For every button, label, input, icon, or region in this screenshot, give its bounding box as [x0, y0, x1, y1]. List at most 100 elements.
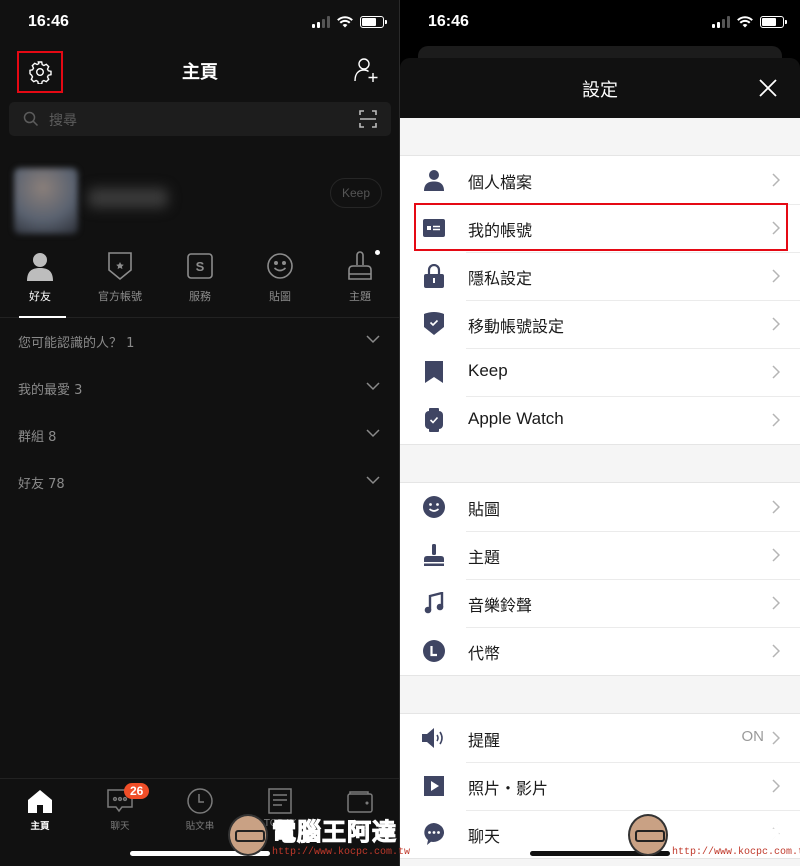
settings-item-label: 提醒 [468, 731, 501, 750]
search-icon [23, 111, 39, 127]
friend-groups: 您可能認識的人？ 1 我的最愛 3 群組 8 好友 78 [0, 318, 399, 506]
tab-label: 官方帳號 [98, 290, 142, 303]
settings-item-label: 個人檔案 [468, 173, 533, 192]
chevron-down-icon [366, 429, 380, 438]
chevron-right-icon [772, 644, 780, 658]
chevron-right-icon [772, 413, 780, 427]
group-label: 群組 8 [18, 430, 57, 445]
nav-label: 聊天 [110, 821, 130, 832]
watermark: 電腦王阿達 http://www.kocpc.com.tw [228, 812, 410, 858]
brush-icon [348, 251, 372, 280]
settings-item-themes[interactable]: 主題 [400, 531, 800, 579]
battery-icon [760, 16, 787, 28]
tab-stickers[interactable]: 貼圖 [240, 248, 320, 317]
chevron-right-icon [772, 317, 780, 331]
profile-name-blurred [88, 188, 168, 208]
status-time: 16:46 [428, 13, 469, 30]
keep-button[interactable]: Keep [330, 178, 382, 208]
signal-icon [312, 16, 330, 28]
chevron-right-icon [772, 731, 780, 745]
tab-friends[interactable]: 好友 [0, 248, 80, 318]
battery-icon [360, 16, 387, 28]
chevron-right-icon [772, 548, 780, 562]
shield-star-icon [108, 252, 132, 281]
smiley-icon [423, 496, 445, 518]
group-row-groups[interactable]: 群組 8 [0, 412, 399, 459]
avatar[interactable] [14, 168, 78, 234]
settings-item-notifications[interactable]: 提醒 ON [400, 714, 800, 762]
nav-chats[interactable]: 26 聊天 [80, 779, 160, 838]
settings-item-stickers[interactable]: 貼圖 [400, 483, 800, 531]
tab-themes[interactable]: 主題 [320, 248, 399, 317]
status-bar: 16:46 [400, 0, 800, 48]
wifi-icon [737, 16, 753, 28]
group-row-suggested[interactable]: 您可能認識的人？ 1 [0, 318, 399, 365]
nav-label: 主頁 [30, 821, 50, 832]
chevron-down-icon [366, 382, 380, 391]
wifi-icon [337, 16, 353, 28]
watermark-mascot-icon [228, 814, 268, 856]
tab-official-accounts[interactable]: 官方帳號 [80, 248, 160, 317]
settings-item-label: 音樂鈴聲 [468, 596, 533, 615]
shield-check-icon [424, 312, 444, 335]
settings-item-my-account[interactable]: 我的帳號 [400, 204, 800, 252]
tab-label: 服務 [189, 290, 211, 303]
service-s-icon: S [187, 253, 213, 279]
settings-item-ringtones[interactable]: 音樂鈴聲 [400, 579, 800, 627]
settings-list: 個人檔案 我的帳號 隱私設定 移動帳號設定 Keep Apple Watch 貼… [400, 118, 800, 866]
chevron-right-icon [772, 173, 780, 187]
page-title: 主頁 [182, 62, 218, 83]
signal-icon [712, 16, 730, 28]
smiley-icon [267, 253, 293, 279]
settings-item-label: Apple Watch [468, 409, 564, 428]
tab-services[interactable]: S 服務 [160, 248, 240, 317]
settings-section-account: 個人檔案 我的帳號 隱私設定 移動帳號設定 Keep Apple Watch [400, 155, 800, 445]
status-bar: 16:46 [0, 0, 399, 48]
tab-label: 貼圖 [269, 290, 291, 303]
add-friend-icon[interactable] [352, 56, 380, 84]
my-profile[interactable]: Keep [0, 160, 399, 240]
settings-item-privacy[interactable]: 隱私設定 [400, 252, 800, 300]
settings-section-content: 貼圖 主題 音樂鈴聲 代幣 [400, 482, 800, 676]
settings-item-coins[interactable]: 代幣 [400, 627, 800, 675]
wallet-icon [347, 791, 373, 813]
chevron-right-icon [772, 269, 780, 283]
clock-icon [187, 788, 213, 814]
person-icon [424, 170, 444, 191]
svg-text:S: S [196, 259, 205, 274]
search-placeholder: 搜尋 [49, 113, 77, 129]
chevron-right-icon [772, 596, 780, 610]
play-icon [424, 776, 444, 796]
speaker-icon [422, 728, 443, 748]
nav-home[interactable]: 主頁 [0, 779, 80, 838]
coin-icon [423, 640, 445, 662]
settings-item-label: 主題 [468, 548, 501, 567]
qr-scan-icon[interactable] [359, 110, 377, 128]
home-header: 主頁 [0, 48, 399, 94]
chevron-down-icon [366, 476, 380, 485]
music-note-icon [424, 592, 444, 614]
group-label: 您可能認識的人？ 1 [18, 336, 135, 351]
settings-item-label: 照片・影片 [468, 779, 549, 798]
settings-item-profile[interactable]: 個人檔案 [400, 156, 800, 204]
settings-item-label: 移動帳號設定 [468, 317, 565, 336]
group-row-friends[interactable]: 好友 78 [0, 459, 399, 506]
chat-bubble-icon [424, 823, 445, 845]
settings-item-account-transfer[interactable]: 移動帳號設定 [400, 300, 800, 348]
person-icon [27, 253, 53, 281]
settings-item-photos-videos[interactable]: 照片・影片 [400, 762, 800, 810]
close-icon[interactable] [758, 78, 778, 98]
settings-item-apple-watch[interactable]: Apple Watch [400, 396, 800, 444]
watermark-url: http://www.kocpc.com.tw [272, 847, 411, 858]
group-row-favorites[interactable]: 我的最愛 3 [0, 365, 399, 412]
settings-screen: 16:46 設定 個人檔案 我的帳號 隱私設定 移動帳號設定 Keep Appl… [400, 0, 800, 866]
tab-label: 好友 [29, 290, 51, 303]
news-icon [268, 788, 292, 814]
chevron-right-icon [772, 500, 780, 514]
search-bar[interactable]: 搜尋 [9, 102, 391, 136]
chevron-right-icon [772, 221, 780, 235]
settings-item-keep[interactable]: Keep [400, 348, 800, 396]
brush-icon [424, 544, 444, 566]
settings-header: 設定 [400, 58, 800, 118]
bookmark-icon [425, 361, 443, 383]
